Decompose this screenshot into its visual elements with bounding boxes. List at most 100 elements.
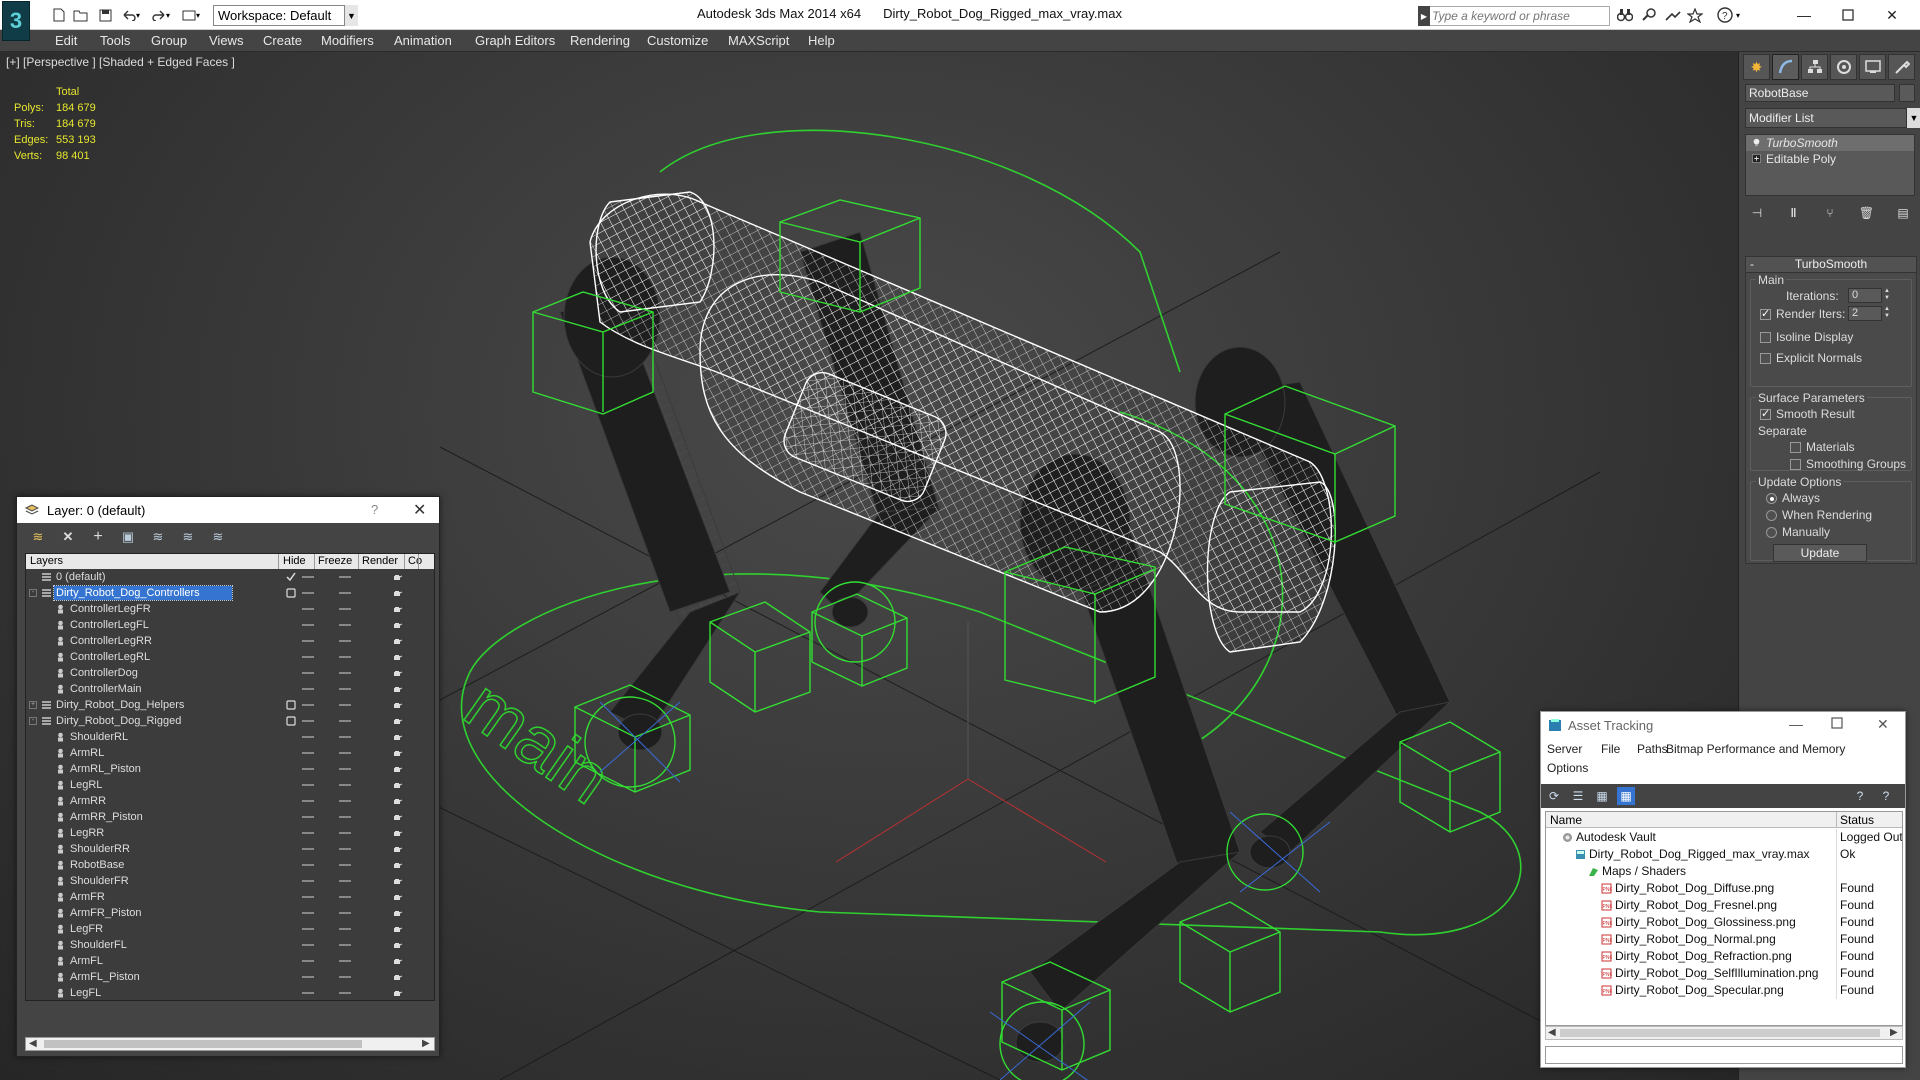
layer-object-row[interactable]: ControllerDog [26,665,434,681]
scroll-right-icon[interactable]: ▶ [422,1038,430,1049]
freeze-toggle[interactable] [339,992,351,994]
teapot-render-icon[interactable] [392,636,402,646]
viewport-label[interactable]: [+] [Perspective ] [Shaded + Edged Faces… [6,55,235,69]
expand-plus-icon[interactable] [1752,154,1761,163]
teapot-render-icon[interactable] [392,668,402,678]
layer-object-row[interactable]: ShoulderRL [26,729,434,745]
render-iters-spinner[interactable]: 2 [1848,306,1882,321]
hide-toggle[interactable] [302,816,314,818]
menu-create[interactable]: Create [263,33,302,48]
freeze-toggle[interactable] [339,784,351,786]
teapot-render-icon[interactable] [392,828,402,838]
freeze-toggle[interactable] [339,736,351,738]
hide-toggle[interactable] [302,768,314,770]
display-tab-icon[interactable] [1859,54,1886,80]
rollout-title[interactable]: - TurboSmooth [1746,257,1916,273]
teapot-render-icon[interactable] [392,700,402,710]
layer-row[interactable]: + Dirty_Robot_Dog_Helpers [26,697,434,713]
set-current-layer-icon[interactable] [286,700,296,710]
freeze-toggle[interactable] [339,944,351,946]
hide-toggle[interactable] [302,656,314,658]
hide-toggle[interactable] [302,640,314,642]
show-end-result-icon[interactable]: ‖ [1782,202,1806,224]
menu-help[interactable]: Help [808,33,835,48]
detail-view-icon[interactable]: ▦ [1593,787,1611,805]
layer-object-row[interactable]: ArmFL [26,953,434,969]
layer-object-row[interactable]: ControllerLegFR [26,601,434,617]
col-hide[interactable]: Hide [283,555,306,567]
hide-toggle[interactable] [302,880,314,882]
remove-modifier-icon[interactable]: 🗑 [1855,202,1879,224]
favorites-star-icon[interactable] [1686,7,1704,23]
teapot-render-icon[interactable] [392,684,402,694]
layer-object-row[interactable]: LegFR [26,921,434,937]
menu-tools[interactable]: Tools [100,33,130,48]
layer-object-row[interactable]: ControllerLegRL [26,649,434,665]
layer-row[interactable]: - Dirty_Robot_Dog_Rigged [26,713,434,729]
freeze-toggle[interactable] [339,832,351,834]
asset-menu-options[interactable]: Options [1547,761,1588,775]
freeze-toggle[interactable] [339,608,351,610]
hide-toggle[interactable] [302,864,314,866]
asset-row[interactable]: PNGDirty_Robot_Dog_Fresnel.png Found [1546,897,1902,914]
set-current-layer-icon[interactable] [286,588,296,598]
asset-row[interactable]: PNGDirty_Robot_Dog_Refraction.png Found [1546,948,1902,965]
freeze-toggle[interactable] [339,720,351,722]
object-name-field[interactable]: RobotBase [1745,84,1895,102]
freeze-toggle[interactable] [339,592,351,594]
hierarchy-tab-icon[interactable] [1801,54,1828,80]
context-help-icon[interactable]: ? [1877,787,1895,805]
search-input[interactable] [1432,7,1608,25]
modifier-list-dropdown[interactable]: Modifier List [1745,108,1907,128]
horizontal-scrollbar[interactable]: ◀ ▶ [1545,1026,1903,1040]
asset-menu-server[interactable]: Server [1547,742,1582,756]
maximize-button[interactable] [1831,716,1843,732]
layer-object-row[interactable]: ArmRR_Piston [26,809,434,825]
teapot-render-icon[interactable] [392,844,402,854]
scroll-left-icon[interactable]: ◀ [29,1038,37,1049]
freeze-toggle[interactable] [339,864,351,866]
workspace-select[interactable]: Workspace: Default [213,5,358,26]
maximize-button[interactable] [1832,4,1864,26]
col-name[interactable]: Name [1550,813,1582,827]
motion-tab-icon[interactable] [1830,54,1857,80]
open-file-icon[interactable] [72,7,90,23]
minimize-button[interactable]: — [1788,4,1820,26]
list-view-icon[interactable]: ☰ [1569,787,1587,805]
hide-toggle[interactable] [302,784,314,786]
hide-toggle[interactable] [302,896,314,898]
teapot-render-icon[interactable] [392,956,402,966]
current-layer-check-icon[interactable] [286,572,296,582]
freeze-toggle[interactable] [339,896,351,898]
teapot-render-icon[interactable] [392,940,402,950]
scroll-right-icon[interactable]: ▶ [1890,1027,1898,1038]
layer-object-row[interactable]: ControllerMain [26,681,434,697]
close-button[interactable]: ✕ [1877,716,1889,733]
col-freeze[interactable]: Freeze [318,555,352,567]
help-button[interactable]: ? [371,502,378,517]
search-expand-icon[interactable]: ▶ [1418,6,1430,26]
pin-stack-icon[interactable]: ⊣ [1745,202,1769,224]
layer-object-row[interactable]: ControllerLegFL [26,617,434,633]
hide-toggle[interactable] [302,720,314,722]
asset-path-field[interactable] [1545,1046,1903,1064]
layer-object-row[interactable]: LegRL [26,777,434,793]
col-color[interactable]: Co [408,555,422,567]
update-button[interactable]: Update [1773,544,1867,562]
menu-customize[interactable]: Customize [647,33,708,48]
scroll-thumb[interactable] [44,1040,362,1048]
hide-toggle[interactable] [302,688,314,690]
freeze-toggle[interactable] [339,976,351,978]
layer-object-row[interactable]: ArmFL_Piston [26,969,434,985]
asset-row[interactable]: PNGDirty_Robot_Dog_Normal.png Found [1546,931,1902,948]
teapot-render-icon[interactable] [392,732,402,742]
teapot-render-icon[interactable] [392,588,402,598]
communication-center-icon[interactable] [1664,7,1682,23]
stack-item-editable-poly[interactable]: Editable Poly [1746,151,1914,167]
update-when-rendering-radio[interactable] [1766,510,1777,521]
object-color-swatch[interactable] [1899,84,1915,102]
freeze-toggle[interactable] [339,640,351,642]
menu-rendering[interactable]: Rendering [570,33,630,48]
teapot-render-icon[interactable] [392,924,402,934]
asset-menu-file[interactable]: File [1601,742,1620,756]
